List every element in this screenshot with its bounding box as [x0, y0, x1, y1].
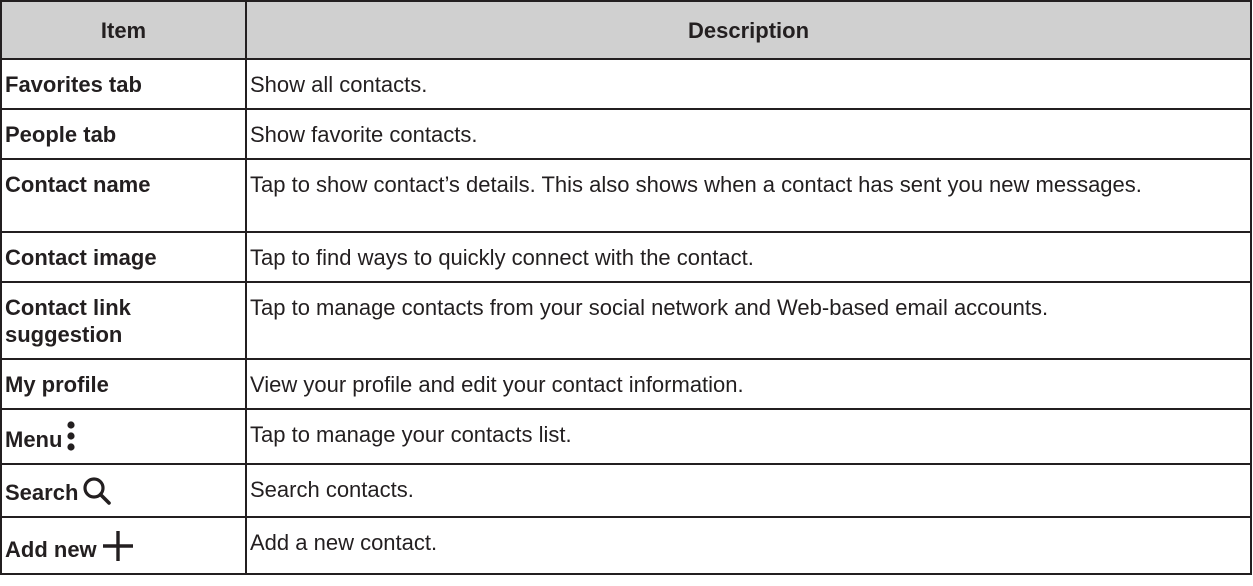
header-item: Item: [0, 0, 247, 60]
table-row: Menu Tap to manage your contacts list.: [0, 408, 1252, 465]
table-header: Item Description: [0, 0, 1252, 60]
description-text: Tap to find ways to quickly connect with…: [250, 245, 754, 270]
description-text: Add a new contact.: [250, 530, 438, 555]
description-cell: Tap to manage your contacts list.: [245, 408, 1252, 465]
table-row: Contact image Tap to find ways to quickl…: [0, 231, 1252, 283]
table-row: Add new Add a new contact.: [0, 516, 1252, 575]
table-row: Favorites tab Show all contacts.: [0, 58, 1252, 110]
description-cell: Add a new contact.: [245, 516, 1252, 575]
item-cell: Contact name: [0, 158, 247, 233]
add-new-label-group: Add new: [5, 529, 135, 563]
item-label: Search: [5, 480, 79, 505]
header-description: Description: [245, 0, 1252, 60]
description-text: Tap to manage your contacts list.: [250, 422, 572, 447]
item-cell: Search: [0, 463, 247, 518]
item-label-group: Menu: [5, 410, 245, 463]
item-label: My profile: [5, 372, 109, 397]
item-label: Contact name: [5, 172, 151, 197]
menu-icon: [66, 421, 76, 453]
description-text: View your profile and edit your contact …: [250, 372, 744, 397]
items-table: Item Description Favorites tab Show all …: [0, 0, 1252, 575]
item-label: Contact image: [5, 245, 157, 270]
description-cell: Tap to manage contacts from your social …: [245, 281, 1252, 360]
description-text: Show all contacts.: [250, 72, 428, 97]
table-row: People tab Show favorite contacts.: [0, 108, 1252, 160]
item-label: Add new: [5, 537, 97, 562]
description-text: Search contacts.: [250, 477, 414, 502]
menu-label-group: Menu: [5, 421, 76, 453]
item-label-group: Add new: [5, 518, 245, 573]
description-cell: Tap to show contact’s details. This also…: [245, 158, 1252, 233]
description-text: Show favorite contacts.: [250, 122, 478, 147]
search-icon: [82, 476, 112, 506]
item-cell: Add new: [0, 516, 247, 575]
description-cell: View your profile and edit your contact …: [245, 358, 1252, 410]
table-row: Contact link suggestion Tap to manage co…: [0, 281, 1252, 360]
item-cell: People tab: [0, 108, 247, 160]
item-label: Menu: [5, 427, 63, 452]
item-label: Contact link suggestion: [5, 295, 131, 347]
item-label-group: Search: [5, 465, 245, 516]
description-text: Tap to manage contacts from your social …: [250, 295, 1049, 320]
search-label-group: Search: [5, 476, 112, 506]
table-body: Favorites tab Show all contacts. People …: [0, 58, 1252, 575]
table-row: Search Search contacts.: [0, 463, 1252, 518]
item-label: Favorites tab: [5, 72, 142, 97]
item-cell: Contact link suggestion: [0, 281, 247, 360]
description-cell: Tap to find ways to quickly connect with…: [245, 231, 1252, 283]
description-text: Tap to show contact’s details. This also…: [250, 172, 1142, 197]
header-row: Item Description: [0, 0, 1252, 60]
item-cell: Contact image: [0, 231, 247, 283]
item-cell: Menu: [0, 408, 247, 465]
table-row: My profile View your profile and edit yo…: [0, 358, 1252, 410]
item-cell: Favorites tab: [0, 58, 247, 110]
description-cell: Show all contacts.: [245, 58, 1252, 110]
description-cell: Search contacts.: [245, 463, 1252, 518]
table-row: Contact name Tap to show contact’s detai…: [0, 158, 1252, 233]
item-cell: My profile: [0, 358, 247, 410]
plus-icon: [101, 529, 135, 563]
description-cell: Show favorite contacts.: [245, 108, 1252, 160]
item-label: People tab: [5, 122, 117, 147]
